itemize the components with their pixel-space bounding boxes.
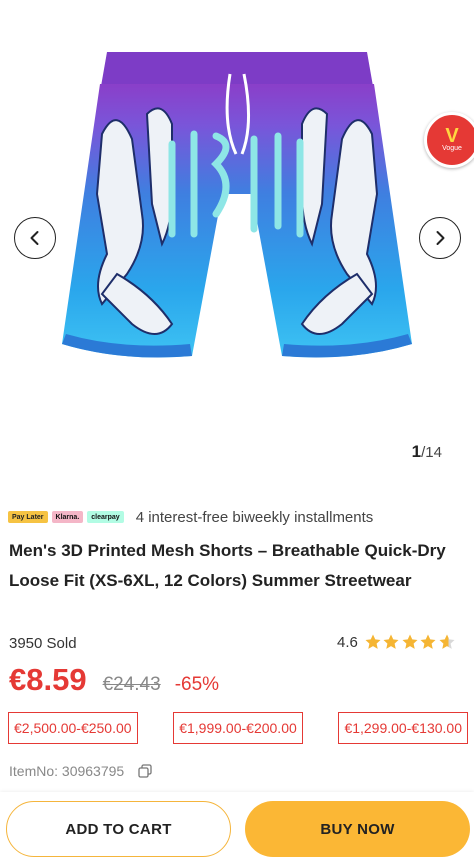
promo-badge-label: Vogue — [442, 145, 462, 152]
chevron-left-icon — [30, 231, 39, 245]
item-number: ItemNo: 30963795 — [9, 763, 152, 779]
image-counter: 1/14 — [412, 442, 442, 462]
klarna-logo: Klarna. — [51, 511, 84, 523]
product-title: Men's 3D Printed Mesh Shorts – Breathabl… — [9, 541, 446, 590]
promo-badge[interactable]: V Vogue — [424, 112, 474, 168]
rating-stars — [364, 633, 457, 651]
price-row: €8.59 €24.43 -65% — [9, 662, 219, 698]
sold-count: 3950 Sold — [9, 635, 77, 652]
image-counter-total: /14 — [421, 444, 442, 461]
chevron-right-icon — [436, 231, 445, 245]
star-icon — [365, 634, 381, 649]
discount-badge: -65% — [174, 674, 220, 695]
copy-icon[interactable] — [138, 764, 152, 778]
coupon-tier[interactable]: €1,299.00-€130.00 — [338, 712, 468, 744]
next-image-button[interactable] — [419, 217, 461, 259]
item-number-text: ItemNo: 30963795 — [9, 763, 125, 779]
half-star-icon — [439, 634, 455, 649]
product-gallery[interactable]: V Vogue 1/14 — [0, 0, 474, 478]
product-rating[interactable]: 4.6 — [337, 633, 456, 651]
coupon-tier[interactable]: €1,999.00-€200.00 — [173, 712, 303, 744]
payment-options[interactable]: Pay Later Klarna. clearpay 4 interest-fr… — [8, 506, 373, 528]
rating-value: 4.6 — [337, 633, 358, 651]
coupon-tier[interactable]: €2,500.00-€250.00 — [8, 712, 138, 744]
add-to-cart-button[interactable]: ADD TO CART — [6, 801, 231, 857]
promo-badge-letter: V — [445, 125, 459, 147]
buy-now-button[interactable]: BUY NOW — [245, 801, 470, 857]
paylater-logo: Pay Later — [8, 511, 48, 523]
current-price: €8.59 — [9, 662, 87, 697]
star-icon — [383, 634, 399, 649]
previous-image-button[interactable] — [14, 217, 56, 259]
clearpay-logo: clearpay — [87, 511, 124, 523]
star-icon — [420, 634, 436, 649]
installments-text: 4 interest-free biweekly installments — [135, 508, 374, 526]
product-image[interactable] — [22, 44, 452, 404]
coupon-tiers: €2,500.00-€250.00 €1,999.00-€200.00 €1,2… — [8, 712, 468, 744]
star-icon — [402, 634, 418, 649]
image-counter-current: 1 — [411, 442, 422, 461]
original-price: €24.43 — [102, 674, 161, 695]
bottom-action-bar: ADD TO CART BUY NOW — [0, 792, 474, 862]
